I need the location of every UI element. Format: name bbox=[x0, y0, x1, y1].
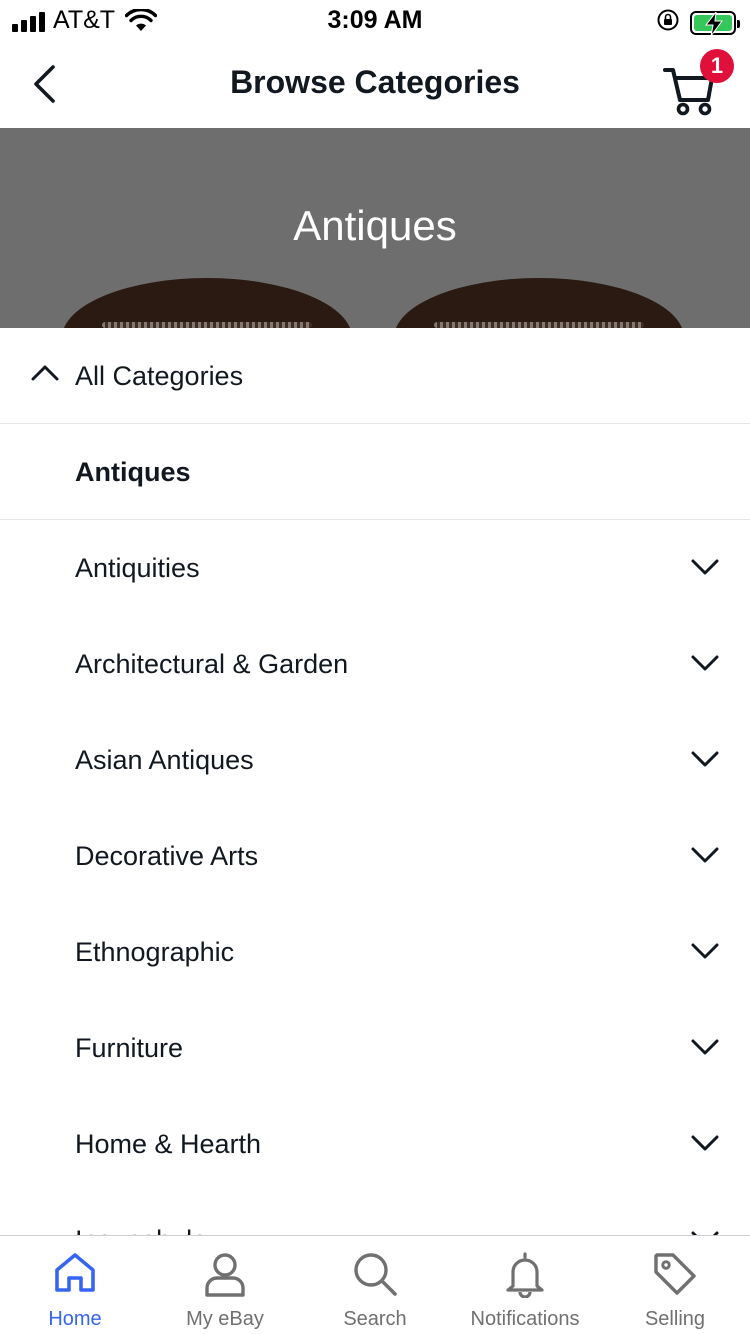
category-hero-banner: Antiques bbox=[0, 128, 750, 328]
current-category-row: Antiques bbox=[0, 424, 750, 520]
subcategory-list[interactable]: Antiquities Architectural & Garden Asian… bbox=[0, 520, 750, 1236]
person-icon bbox=[205, 1253, 245, 1297]
chevron-down-icon bbox=[691, 559, 719, 575]
subcategory-item[interactable]: Antiquities bbox=[0, 520, 750, 616]
nav-bar: Browse Categories 1 bbox=[0, 40, 750, 128]
hero-image-bowl bbox=[62, 278, 352, 328]
tab-label: Search bbox=[343, 1308, 407, 1330]
status-bar: AT&T 3:09 AM bbox=[0, 0, 750, 40]
cart-button[interactable]: 1 bbox=[658, 49, 734, 118]
subcategory-label: Antiquities bbox=[75, 553, 200, 583]
hero-title: Antiques bbox=[293, 202, 457, 249]
subcategory-label: Asian Antiques bbox=[75, 745, 254, 775]
chevron-up-icon bbox=[31, 365, 59, 381]
home-icon bbox=[55, 1253, 95, 1292]
tab-search[interactable]: Search bbox=[300, 1236, 450, 1334]
tab-label: My eBay bbox=[186, 1308, 264, 1330]
subcategory-label: Furniture bbox=[75, 1033, 184, 1063]
page-title: Browse Categories bbox=[230, 64, 520, 100]
subcategory-label: Home & Hearth bbox=[75, 1129, 262, 1159]
tab-label: Selling bbox=[644, 1308, 706, 1330]
tab-notifications[interactable]: Notifications bbox=[450, 1236, 600, 1334]
subcategory-label: Ethnographic bbox=[75, 937, 235, 967]
tab-selling[interactable]: Selling bbox=[600, 1236, 750, 1334]
orientation-lock-icon bbox=[656, 8, 680, 37]
subcategory-label: Decorative Arts bbox=[75, 841, 259, 871]
subcategory-item[interactable]: Ethnographic bbox=[0, 904, 750, 1000]
chevron-down-icon bbox=[691, 847, 719, 863]
cart-count-badge: 1 bbox=[700, 49, 734, 83]
subcategory-item[interactable]: Architectural & Garden bbox=[0, 616, 750, 712]
status-right bbox=[656, 8, 740, 37]
current-category-label: Antiques bbox=[75, 457, 191, 487]
tab-label: Home bbox=[48, 1308, 102, 1330]
bottom-tab-bar: Home My eBay Search Notifications Sellin… bbox=[0, 1235, 750, 1334]
bell-icon bbox=[506, 1252, 544, 1298]
subcategory-item[interactable]: Home & Hearth bbox=[0, 1096, 750, 1192]
subcategory-item[interactable]: Decorative Arts bbox=[0, 808, 750, 904]
chevron-down-icon bbox=[691, 1039, 719, 1055]
tab-label: Notifications bbox=[470, 1308, 580, 1330]
search-icon bbox=[354, 1253, 397, 1296]
status-time: 3:09 AM bbox=[327, 6, 423, 34]
chevron-down-icon bbox=[691, 943, 719, 959]
subcategory-item[interactable]: Incunabula bbox=[0, 1192, 750, 1236]
chevron-down-icon bbox=[691, 1135, 719, 1151]
subcategory-item[interactable]: Furniture bbox=[0, 1000, 750, 1096]
chevron-down-icon bbox=[691, 751, 719, 767]
hero-image-bowl bbox=[394, 278, 684, 328]
tag-icon bbox=[654, 1253, 696, 1295]
tab-my-ebay[interactable]: My eBay bbox=[150, 1236, 300, 1334]
subcategory-label: Architectural & Garden bbox=[75, 649, 349, 679]
subcategory-item[interactable]: Asian Antiques bbox=[0, 712, 750, 808]
all-categories-row[interactable]: All Categories bbox=[0, 328, 750, 424]
battery-icon bbox=[690, 10, 740, 36]
all-categories-label: All Categories bbox=[75, 361, 244, 391]
chevron-down-icon bbox=[691, 655, 719, 671]
tab-home[interactable]: Home bbox=[0, 1236, 150, 1334]
